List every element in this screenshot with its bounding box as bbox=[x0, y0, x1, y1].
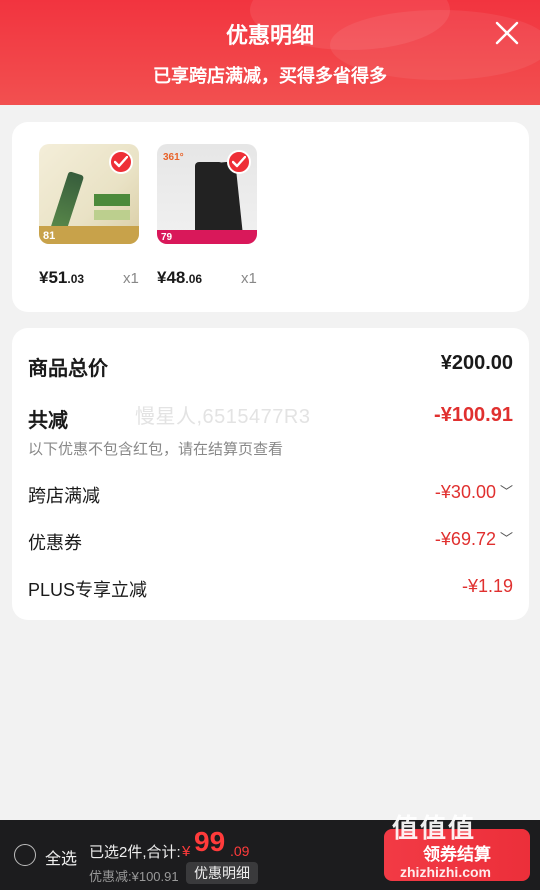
close-button[interactable] bbox=[494, 20, 520, 46]
user-watermark: 慢星人,6515477R3 bbox=[135, 406, 311, 428]
selected-count: 已选2件,合计: bbox=[89, 844, 181, 861]
product-brand: 361° bbox=[163, 152, 184, 163]
discount-label: 优惠券 bbox=[28, 533, 82, 553]
page-title: 优惠明细 bbox=[225, 23, 314, 48]
product-image-1[interactable]: 81 bbox=[39, 144, 139, 244]
selected-check-icon[interactable] bbox=[109, 150, 133, 174]
total-price-label: 商品总价 bbox=[28, 358, 108, 380]
discount-note: 以下优惠不包含红包，请在结算页查看 bbox=[28, 441, 284, 458]
header-banner: 优惠明细 已享跨店满减，买得多省得多 bbox=[0, 0, 540, 105]
products-card: 81 361° 79 ¥51.03 x1 ¥48.06 x1 bbox=[12, 122, 529, 312]
total-reduce-label: 共减 bbox=[28, 410, 68, 432]
discount-detail-button[interactable]: 优惠明细 bbox=[186, 862, 258, 884]
product-qty-2: x1 bbox=[241, 270, 257, 287]
selected-check-icon[interactable] bbox=[227, 150, 251, 174]
price-integer: ¥48 bbox=[157, 268, 186, 287]
price-integer: ¥51 bbox=[39, 268, 68, 287]
discount-summary: 优惠减:¥100.91 bbox=[89, 869, 179, 884]
site-logo-watermark: 值值值 bbox=[392, 813, 477, 843]
product-price-2: ¥48.06 bbox=[157, 268, 202, 288]
close-icon bbox=[495, 21, 519, 45]
product-price-1: ¥51.03 bbox=[39, 268, 84, 288]
select-all-radio[interactable] bbox=[14, 844, 36, 866]
product-qty-1: x1 bbox=[123, 270, 139, 287]
total-amount-decimal: .09 bbox=[230, 843, 250, 859]
product-box-graphic bbox=[94, 194, 130, 206]
page-subtitle: 已享跨店满减，买得多省得多 bbox=[153, 66, 387, 86]
discount-label: PLUS专享立减 bbox=[28, 580, 148, 600]
summary-card: 商品总价 ¥200.00 共减 -¥100.91 以下优惠不包含红包，请在结算页… bbox=[12, 328, 529, 620]
total-currency: ¥ bbox=[182, 843, 191, 860]
product-banner-price: 79 bbox=[161, 232, 173, 243]
product-box-graphic bbox=[94, 210, 130, 220]
discount-value: -¥1.19 bbox=[461, 576, 513, 596]
price-decimal: .06 bbox=[185, 272, 203, 286]
discount-label: 跨店满减 bbox=[28, 486, 100, 506]
total-price-value: ¥200.00 bbox=[440, 352, 513, 374]
site-url-watermark: zhizhizhi.com bbox=[400, 864, 491, 880]
price-decimal: .03 bbox=[67, 272, 85, 286]
product-banner-price: 81 bbox=[43, 230, 56, 242]
chevron-down-icon[interactable]: ﹀ bbox=[500, 481, 513, 500]
discount-amount: -¥69.72 bbox=[434, 529, 496, 549]
select-all-label[interactable]: 全选 bbox=[45, 845, 77, 869]
discount-value: -¥69.72 ﹀ bbox=[435, 529, 513, 550]
discount-value: -¥30.00 ﹀ bbox=[435, 482, 513, 503]
chevron-down-icon[interactable]: ﹀ bbox=[500, 528, 513, 547]
total-amount-integer: 99 bbox=[194, 826, 226, 857]
product-image-2[interactable]: 361° 79 bbox=[157, 144, 257, 244]
total-reduce-value: -¥100.91 bbox=[434, 404, 513, 426]
discount-amount: -¥30.00 bbox=[434, 482, 496, 502]
